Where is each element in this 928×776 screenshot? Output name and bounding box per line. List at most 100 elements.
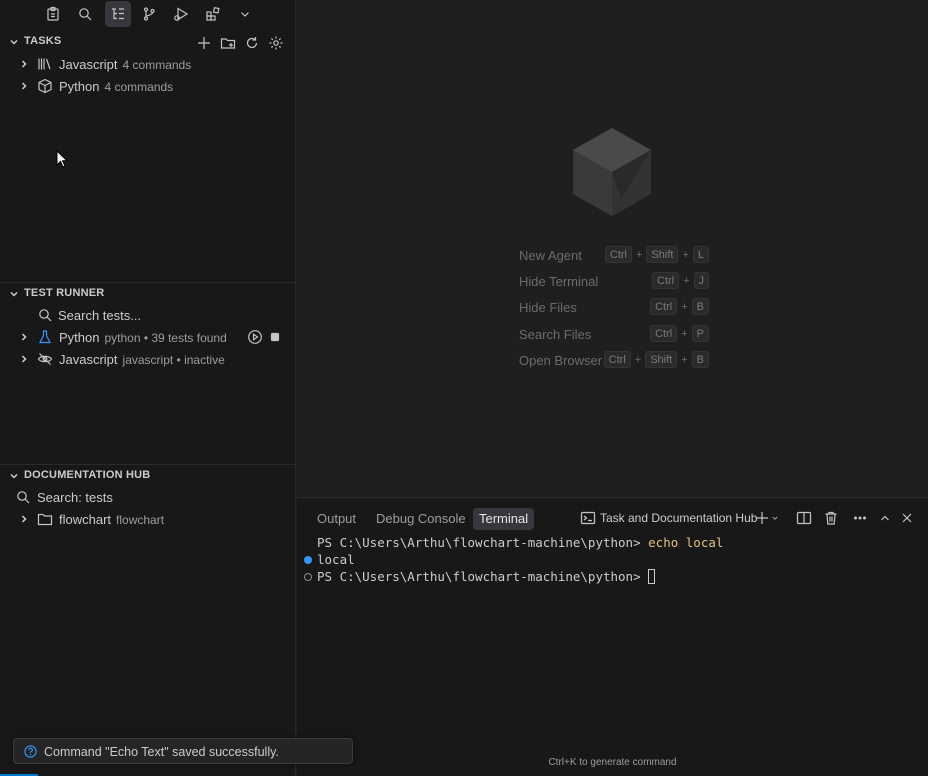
search-icon <box>15 489 31 505</box>
chevron-right-icon <box>18 58 30 70</box>
new-folder-icon[interactable] <box>218 33 238 53</box>
terminal-name: Task and Documentation Hub <box>600 511 758 525</box>
test-suite-python[interactable]: Python python • 39 tests found <box>0 326 296 348</box>
key-cap: L <box>692 246 709 263</box>
generate-command-hint: Ctrl+K to generate command <box>548 757 677 768</box>
chevron-up-icon[interactable] <box>877 509 893 527</box>
terminal-command: echo local <box>648 535 724 550</box>
shortcut-label: Hide Files <box>519 300 577 315</box>
editor-area: New Agent Ctrl + Shift + L Hide Terminal… <box>297 0 928 497</box>
run-debug-icon[interactable] <box>168 1 194 27</box>
key-cap: Shift <box>645 351 678 368</box>
run-tests-icon[interactable] <box>247 329 263 345</box>
task-group-javascript[interactable]: Javascript 4 commands <box>0 53 296 75</box>
test-runner-section-header[interactable]: TEST RUNNER <box>0 283 296 305</box>
new-terminal-button[interactable] <box>754 509 780 527</box>
documentation-hub-section-header[interactable]: DOCUMENTATION HUB <box>0 465 296 487</box>
terminal-line: PS C:\Users\Arthu\flowchart-machine\pyth… <box>317 535 723 550</box>
search-tests-label: Search tests... <box>58 308 142 323</box>
task-group-label: Javascript <box>59 57 118 72</box>
shortcut-search-files: Search Files Ctrl + P <box>519 324 709 344</box>
source-control-icon[interactable] <box>136 1 162 27</box>
gear-icon[interactable] <box>266 33 286 53</box>
key-cap: J <box>693 272 709 289</box>
key-cap: Ctrl <box>650 325 678 342</box>
add-icon[interactable] <box>194 33 214 53</box>
key-cap: Ctrl <box>651 272 680 289</box>
key-cap: Ctrl <box>603 351 631 368</box>
split-terminal-icon[interactable] <box>796 509 812 527</box>
info-icon <box>24 745 37 758</box>
chevron-down-icon <box>8 36 20 48</box>
shortcut-hide-terminal: Hide Terminal Ctrl + J <box>519 271 709 291</box>
section-title: TEST RUNNER <box>24 287 105 299</box>
key-plus: + <box>681 300 688 313</box>
task-group-description: 4 commands <box>122 58 192 72</box>
test-search-row[interactable]: Search tests... <box>0 304 296 326</box>
folder-icon <box>37 511 53 527</box>
eye-closed-icon <box>37 351 53 367</box>
notification-message: Command "Echo Text" saved successfully. <box>44 745 279 759</box>
task-group-python[interactable]: Python 4 commands <box>0 75 296 97</box>
key-cap: B <box>691 351 709 368</box>
key-cap: Ctrl <box>650 298 678 315</box>
tasks-section-header[interactable]: TASKS <box>0 31 296 53</box>
search-icon[interactable] <box>72 1 98 27</box>
test-suite-description: javascript • inactive <box>122 353 225 367</box>
stop-icon[interactable] <box>267 329 283 345</box>
docs-search-row[interactable]: Search: tests <box>0 486 296 508</box>
key-plus: + <box>683 274 690 287</box>
mouse-pointer-icon <box>56 150 68 168</box>
shortcut-hide-files: Hide Files Ctrl + B <box>519 297 709 317</box>
command-pending-decoration[interactable] <box>304 573 312 581</box>
search-icon <box>37 307 53 323</box>
bottom-panel: Output Debug Console Terminal Task and D… <box>297 497 928 776</box>
terminal-selector[interactable]: Task and Documentation Hub <box>580 509 757 527</box>
package-icon <box>37 78 53 94</box>
shortcut-label: Search Files <box>519 327 592 342</box>
docs-folder-label: flowchart <box>59 512 112 527</box>
command-success-decoration[interactable] <box>304 556 312 564</box>
shortcut-label: Open Browser <box>519 353 603 368</box>
key-plus: + <box>634 353 642 366</box>
terminal-line: local <box>317 552 355 567</box>
terminal-prompt: PS C:\Users\Arthu\flowchart-machine\pyth… <box>317 535 641 550</box>
sidebar: TASKS Javascript 4 commands Python 4 comma… <box>0 0 296 776</box>
key-plus: + <box>635 248 643 261</box>
key-cap: B <box>691 298 709 315</box>
chevron-down-icon <box>772 516 778 520</box>
tab-debug-console[interactable]: Debug Console <box>370 508 472 530</box>
tasks-actions <box>194 33 286 53</box>
tab-output[interactable]: Output <box>311 508 362 530</box>
key-plus: + <box>681 327 688 340</box>
terminal-icon <box>580 511 596 525</box>
list-tree-icon[interactable] <box>105 1 131 27</box>
refresh-icon[interactable] <box>242 33 262 53</box>
shortcut-new-agent: New Agent Ctrl + Shift + L <box>519 245 709 265</box>
test-suite-description: python • 39 tests found <box>104 331 227 345</box>
task-group-label: Python <box>59 79 100 94</box>
close-icon[interactable] <box>899 509 915 527</box>
key-plus: + <box>681 353 688 366</box>
view-switcher <box>0 0 296 28</box>
clipboard-icon[interactable] <box>40 1 66 27</box>
chevron-right-icon <box>18 513 30 525</box>
trash-icon[interactable] <box>823 509 839 527</box>
library-icon <box>37 56 53 72</box>
key-cap: P <box>691 325 709 342</box>
chevron-down-icon[interactable] <box>232 1 258 27</box>
task-group-description: 4 commands <box>104 80 174 94</box>
app-logo-icon <box>573 128 651 216</box>
tab-terminal[interactable]: Terminal <box>473 508 535 530</box>
more-actions-icon[interactable] <box>852 509 868 527</box>
extensions-icon[interactable] <box>200 1 226 27</box>
docs-folder-flowchart[interactable]: flowchart flowchart <box>0 508 296 530</box>
notification-toast[interactable]: Command "Echo Text" saved successfully. <box>13 738 353 764</box>
test-suite-javascript[interactable]: Javascript javascript • inactive <box>0 348 296 370</box>
section-title: DOCUMENTATION HUB <box>24 469 151 481</box>
section-title: TASKS <box>24 35 62 47</box>
chevron-right-icon <box>18 80 30 92</box>
shortcut-label: Hide Terminal <box>519 274 599 289</box>
shortcut-open-browser: Open Browser Ctrl + Shift + B <box>519 350 709 370</box>
chevron-right-icon <box>18 353 30 365</box>
